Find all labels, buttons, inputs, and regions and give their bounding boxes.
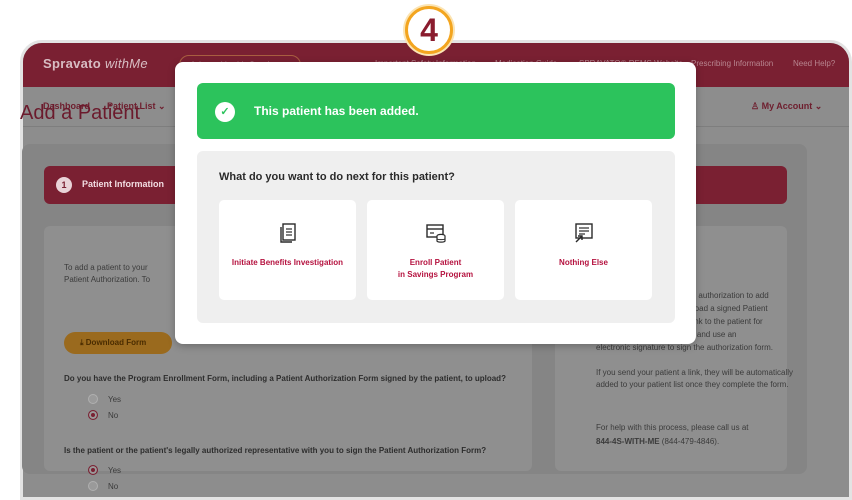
q1-no-label: No <box>108 411 119 420</box>
page-title: Add a Patient <box>20 102 141 124</box>
exit-screen-icon <box>574 223 593 243</box>
download-form-button[interactable]: ⤓ Download Form <box>64 332 172 354</box>
step-label: Patient Information <box>82 179 165 189</box>
next-step-modal: ✓ This patient has been added. What do y… <box>175 62 696 344</box>
q2-no-label: No <box>108 482 119 491</box>
intro-line-2: Patient Authorization. To <box>64 275 151 284</box>
top-link-help[interactable]: Need Help? <box>793 59 835 68</box>
chevron-down-icon: ⌄ <box>814 101 823 111</box>
user-icon: ♙ <box>751 101 760 111</box>
step-number: 1 <box>56 177 72 193</box>
enroll-savings-label: Enroll Patient in Savings Program <box>397 258 474 279</box>
check-icon: ✓ <box>215 102 235 122</box>
download-icon: ⤓ <box>80 338 84 347</box>
help-paragraph-2: If you send your patient a link, they wi… <box>596 368 793 389</box>
question-1: Do you have the Program Enrollment Form,… <box>64 374 506 383</box>
intro-line-1: To add a patient to your <box>64 263 148 272</box>
success-banner: ✓ This patient has been added. <box>197 83 675 139</box>
next-action-panel: What do you want to do next for this pat… <box>197 151 675 323</box>
help-line-1: nt's authorization to add <box>684 291 769 300</box>
card-savings-icon <box>425 224 446 243</box>
nothing-else-label: Nothing Else <box>559 258 608 267</box>
next-action-question: What do you want to do next for this pat… <box>219 171 455 183</box>
chevron-down-icon: ⌄ <box>158 101 166 111</box>
top-link-prescribing[interactable]: Prescribing Information <box>691 59 773 68</box>
brand-logo: Spravato withMe <box>43 56 148 71</box>
initiate-benefits-option[interactable]: Initiate Benefits Investigation <box>219 200 356 300</box>
q2-yes-radio[interactable] <box>88 465 98 475</box>
nothing-else-option[interactable]: Nothing Else <box>515 200 652 300</box>
q1-yes-label: Yes <box>108 395 122 404</box>
help-line-2: upload a signed Patient <box>684 304 768 313</box>
question-2: Is the patient or the patient's legally … <box>64 446 487 455</box>
q2-no-radio[interactable] <box>88 481 98 491</box>
nav-my-account[interactable]: ♙ My Account ⌄ <box>751 101 822 112</box>
step-badge: 4 <box>405 6 453 54</box>
document-icon <box>279 223 296 243</box>
q1-no-radio[interactable] <box>88 410 98 420</box>
q2-yes-label: Yes <box>108 466 122 475</box>
enroll-savings-option[interactable]: Enroll Patient in Savings Program <box>367 200 504 300</box>
success-message: This patient has been added. <box>254 104 419 118</box>
help-phone: 844-4S-WITH-ME (844-479-4846). <box>596 437 720 446</box>
q1-yes-radio[interactable] <box>88 394 98 404</box>
initiate-benefits-label: Initiate Benefits Investigation <box>231 258 344 267</box>
help-paragraph-3: For help with this process, please call … <box>596 423 749 432</box>
